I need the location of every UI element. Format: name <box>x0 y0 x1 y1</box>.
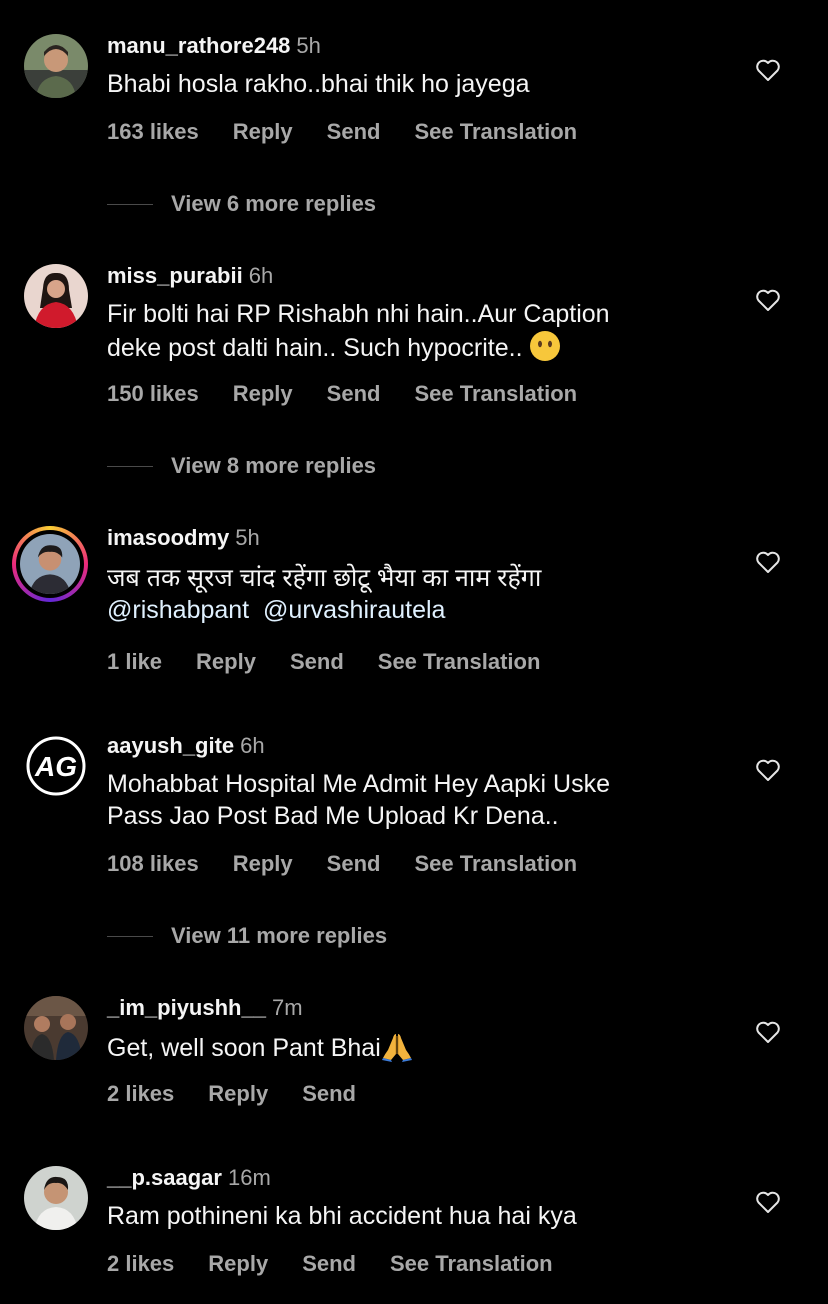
comment-text: जब तक सूरज चांद रहेंगा छोटू भैया का नाम … <box>107 562 717 626</box>
comment-meta: __p.saagar 16m <box>107 1165 271 1191</box>
likes-count[interactable]: 1 like <box>107 649 162 675</box>
comment-text-line: deke post dalti hain.. Such hypocrite.. <box>107 330 717 364</box>
send-button[interactable]: Send <box>302 1251 356 1277</box>
view-more-replies-button[interactable]: View 6 more replies <box>107 189 376 219</box>
avatar[interactable] <box>24 34 88 98</box>
see-translation-button[interactable]: See Translation <box>414 851 577 877</box>
likes-count[interactable]: 2 likes <box>107 1251 174 1277</box>
username[interactable]: _im_piyushh__ <box>107 995 266 1020</box>
comment-actions: 1 like Reply Send See Translation <box>107 649 540 675</box>
comment-text-line: Mohabbat Hospital Me Admit Hey Aapki Usk… <box>107 770 611 798</box>
comment-text-line: Fir bolti hai RP Rishabh nhi hain..Aur C… <box>107 300 610 328</box>
username[interactable]: __p.saagar <box>107 1165 222 1190</box>
comment-meta: miss_purabii 6h <box>107 263 273 289</box>
comment-text: Bhabi hosla rakho..bhai thik ho jayega <box>107 70 530 98</box>
see-translation-button[interactable]: See Translation <box>378 649 541 675</box>
comment-text: Ram pothineni ka bhi accident hua hai ky… <box>107 1202 577 1230</box>
reply-button[interactable]: Reply <box>233 381 293 407</box>
view-more-replies-button[interactable]: View 8 more replies <box>107 451 376 481</box>
comment-actions: 108 likes Reply Send See Translation <box>107 851 577 877</box>
likes-count[interactable]: 163 likes <box>107 119 199 145</box>
heart-icon[interactable] <box>755 58 781 82</box>
heart-icon[interactable] <box>755 1020 781 1044</box>
avatar[interactable] <box>24 264 88 328</box>
avatar[interactable] <box>24 996 88 1060</box>
divider <box>107 465 153 467</box>
view-more-replies-label: View 8 more replies <box>171 453 377 478</box>
heart-icon[interactable] <box>755 1190 781 1214</box>
see-translation-button[interactable]: See Translation <box>414 119 577 145</box>
comment-actions: 2 likes Reply Send <box>107 1081 356 1107</box>
heart-icon[interactable] <box>755 288 781 312</box>
timestamp: 5h <box>235 525 260 550</box>
comment-text-line: Pass Jao Post Bad Me Upload Kr Dena.. <box>107 802 559 830</box>
divider <box>107 203 153 205</box>
avatar-logo-text: AG <box>34 751 77 782</box>
avatar-ring-gap <box>16 530 84 598</box>
timestamp: 6h <box>248 263 274 288</box>
folded-hands-emoji <box>381 1030 413 1062</box>
face-without-mouth-emoji <box>529 330 561 362</box>
heart-icon[interactable] <box>755 758 781 782</box>
send-button[interactable]: Send <box>302 1081 356 1107</box>
avatar-image <box>24 264 88 328</box>
avatar <box>20 534 80 594</box>
avatar-story-ring[interactable] <box>12 526 88 602</box>
comment-text-segment: deke post dalti hain.. Such hypocrite.. <box>107 334 523 362</box>
avatar-image <box>24 996 88 1060</box>
reply-button[interactable]: Reply <box>208 1081 268 1107</box>
avatar[interactable]: AG <box>24 734 88 798</box>
reply-button[interactable]: Reply <box>196 649 256 675</box>
avatar-image <box>20 534 80 594</box>
username[interactable]: manu_rathore248 <box>107 33 290 58</box>
username[interactable]: miss_purabii <box>107 263 243 288</box>
send-button[interactable]: Send <box>327 381 381 407</box>
likes-count[interactable]: 2 likes <box>107 1081 174 1107</box>
send-button[interactable]: Send <box>327 851 381 877</box>
likes-count[interactable]: 150 likes <box>107 381 199 407</box>
timestamp: 16m <box>227 1165 271 1190</box>
comment-meta: manu_rathore248 5h <box>107 33 321 59</box>
comment-actions: 163 likes Reply Send See Translation <box>107 119 577 145</box>
comment-text-segment: Get, well soon Pant Bhai <box>107 1034 381 1062</box>
send-button[interactable]: Send <box>327 119 381 145</box>
avatar[interactable] <box>24 1166 88 1230</box>
comment-meta: imasoodmy 5h <box>107 525 260 551</box>
see-translation-button[interactable]: See Translation <box>414 381 577 407</box>
comment-actions: 2 likes Reply Send See Translation <box>107 1251 553 1277</box>
comment-actions: 150 likes Reply Send See Translation <box>107 381 577 407</box>
reply-button[interactable]: Reply <box>208 1251 268 1277</box>
view-more-replies-label: View 11 more replies <box>171 923 388 948</box>
comment-meta: _im_piyushh__ 7m <box>107 995 303 1021</box>
comment-text: Get, well soon Pant Bhai <box>107 1030 717 1064</box>
avatar-image <box>24 34 88 98</box>
reply-button[interactable]: Reply <box>233 119 293 145</box>
view-more-replies-label: View 6 more replies <box>171 191 377 216</box>
divider <box>107 935 153 937</box>
see-translation-button[interactable]: See Translation <box>390 1251 553 1277</box>
comment-meta: aayush_gite 6h <box>107 733 265 759</box>
avatar-image <box>24 1166 88 1230</box>
comment-text-line: @rishabpant @urvashirautela <box>107 594 717 626</box>
reply-button[interactable]: Reply <box>233 851 293 877</box>
likes-count[interactable]: 108 likes <box>107 851 199 877</box>
send-button[interactable]: Send <box>290 649 344 675</box>
timestamp: 6h <box>240 733 265 758</box>
mention-link[interactable]: @rishabpant <box>107 596 249 624</box>
view-more-replies-button[interactable]: View 11 more replies <box>107 921 387 951</box>
heart-icon[interactable] <box>755 550 781 574</box>
timestamp: 5h <box>296 33 321 58</box>
username[interactable]: aayush_gite <box>107 733 234 758</box>
mention-link[interactable]: @urvashirautela <box>263 596 445 624</box>
username[interactable]: imasoodmy <box>107 525 229 550</box>
timestamp: 7m <box>271 995 303 1020</box>
comment-text-line: जब तक सूरज चांद रहेंगा छोटू भैया का नाम … <box>107 564 542 592</box>
avatar-image: AG <box>24 734 88 798</box>
comment-text: Mohabbat Hospital Me Admit Hey Aapki Usk… <box>107 768 717 832</box>
comment-text: Fir bolti hai RP Rishabh nhi hain..Aur C… <box>107 298 717 364</box>
